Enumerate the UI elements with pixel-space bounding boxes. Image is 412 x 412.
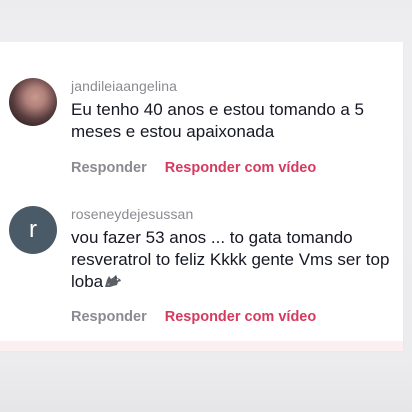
reply-button[interactable]: Responder [71, 309, 147, 325]
wolf-emoji-icon [105, 275, 122, 287]
reply-button[interactable]: Responder [71, 160, 147, 176]
comment-username[interactable]: roseneydejesussan [71, 206, 193, 222]
avatar[interactable]: r [9, 206, 57, 254]
comment-actions: Responder Responder com vídeo [71, 160, 316, 176]
comment-username[interactable]: jandileiaangelina [71, 78, 177, 94]
reply-with-video-button[interactable]: Responder com vídeo [165, 309, 316, 325]
avatar[interactable] [9, 78, 57, 126]
panel-bottom-divider [0, 341, 403, 351]
reply-with-video-button[interactable]: Responder com vídeo [165, 160, 316, 176]
comment-text: Eu tenho 40 anos e estou tomando a 5 mes… [71, 100, 365, 141]
avatar-letter: r [29, 216, 37, 243]
comments-panel [0, 42, 403, 350]
comment-actions: Responder Responder com vídeo [71, 309, 316, 325]
comment-text: vou fazer 53 anos ... to gata tomando re… [71, 227, 401, 293]
